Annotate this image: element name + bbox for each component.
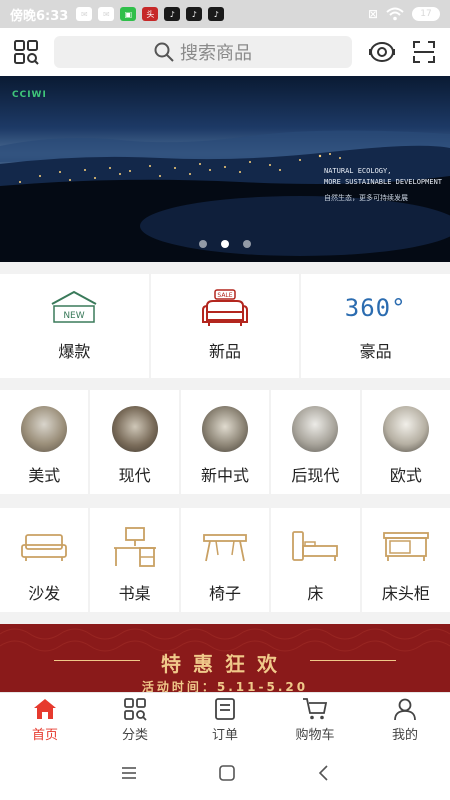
category-label: 椅子 xyxy=(209,584,242,603)
tab-label: 订单 xyxy=(211,727,238,743)
search-icon xyxy=(154,42,174,62)
battery-level: 17 xyxy=(420,9,432,19)
category-icon xyxy=(124,697,147,721)
notification-tiktok-icon: ♪ xyxy=(186,7,203,21)
carousel-dot-active[interactable] xyxy=(221,240,229,248)
style-label: 美式 xyxy=(28,466,61,485)
menu-icon[interactable] xyxy=(120,766,138,780)
tab-label: 分类 xyxy=(121,727,148,743)
promo-title: 特惠狂欢 xyxy=(161,652,289,676)
style-label: 欧式 xyxy=(389,466,422,485)
chair-icon xyxy=(203,534,247,562)
home-icon xyxy=(34,698,56,719)
banner-subtitle: 自然生态，更多可持续发展 xyxy=(324,194,408,202)
category-chair[interactable]: 椅子 xyxy=(180,508,270,612)
category-bed[interactable]: 床 xyxy=(271,508,360,612)
carousel-dot[interactable] xyxy=(243,240,251,248)
style-thumbnail-image xyxy=(292,406,339,452)
style-post-modern[interactable]: 后现代 xyxy=(271,390,360,494)
carousel-dot[interactable] xyxy=(199,240,207,248)
style-label: 现代 xyxy=(118,466,151,485)
style-thumbnail-image xyxy=(202,406,249,452)
notification-mail-icon: ✉ xyxy=(76,7,93,21)
sofa-icon xyxy=(21,534,68,561)
style-thumbnail-image xyxy=(382,406,429,452)
tab-orders[interactable]: 订单 xyxy=(180,693,270,746)
feature-luxury[interactable]: 360° 豪品 xyxy=(301,274,450,378)
wifi-icon xyxy=(386,7,404,21)
promo-banner[interactable]: 特惠狂欢 活动时间：5.11-5.20 xyxy=(0,624,450,694)
banner-carousel[interactable]: CCIWI NATURAL ECOLOGY, MORE SUSTAINABLE … xyxy=(0,76,450,262)
feature-new[interactable]: SALE 新品 xyxy=(150,274,300,378)
status-time: 傍晚6:33 xyxy=(10,8,69,24)
category-label: 沙发 xyxy=(28,584,61,603)
banner-tagline-line2: MORE SUSTAINABLE DEVELOPMENT xyxy=(324,178,443,186)
search-input[interactable]: 搜索商品 xyxy=(54,36,352,68)
cart-icon xyxy=(303,697,328,719)
no-sim-icon: ⊠ xyxy=(367,7,378,21)
feature-label: 新品 xyxy=(209,342,242,361)
category-label: 床头柜 xyxy=(381,584,430,603)
customer-service-icon[interactable] xyxy=(368,38,396,66)
style-new-chinese[interactable]: 新中式 xyxy=(180,390,270,494)
banner-tagline: NATURAL ECOLOGY, MORE SUSTAINABLE DEVELO… xyxy=(324,166,442,188)
battery-indicator: 17 xyxy=(412,7,440,21)
notification-tiktok-icon: ♪ xyxy=(208,7,225,21)
style-american[interactable]: 美式 xyxy=(0,390,89,494)
banner-brand-logo: CCIWI xyxy=(12,90,47,100)
home-square-icon[interactable] xyxy=(218,764,236,782)
scan-icon[interactable] xyxy=(410,38,438,66)
tab-category[interactable]: 分类 xyxy=(90,693,180,746)
style-label: 后现代 xyxy=(291,466,340,485)
system-nav-bar xyxy=(0,746,450,800)
style-european[interactable]: 欧式 xyxy=(361,390,450,494)
tab-label: 首页 xyxy=(31,727,58,743)
feature-label: 爆款 xyxy=(58,342,91,361)
category-label: 书桌 xyxy=(118,584,151,603)
order-icon xyxy=(215,697,235,720)
top-header: 搜索商品 xyxy=(0,28,450,76)
tab-label: 我的 xyxy=(391,727,418,743)
notification-app-icon: ▣ xyxy=(120,7,137,21)
bed-icon xyxy=(292,531,339,561)
nightstand-icon xyxy=(382,532,429,561)
category-sofa[interactable]: 沙发 xyxy=(0,508,89,612)
style-thumbnail-image xyxy=(21,406,68,452)
back-icon[interactable] xyxy=(316,764,330,782)
new-house-icon: NEW xyxy=(51,290,97,323)
feature-label: 豪品 xyxy=(359,342,392,361)
category-desk[interactable]: 书桌 xyxy=(90,508,179,612)
tab-home[interactable]: 首页 xyxy=(0,693,90,746)
carousel-indicator xyxy=(0,240,450,248)
category-grid-icon[interactable] xyxy=(12,38,40,66)
search-placeholder: 搜索商品 xyxy=(180,43,252,64)
banner-tagline-line1: NATURAL ECOLOGY, xyxy=(324,167,392,175)
feature-hot[interactable]: NEW 爆款 xyxy=(0,274,149,378)
user-icon xyxy=(394,698,416,720)
style-thumbnail-image xyxy=(111,406,158,452)
tab-cart[interactable]: 购物车 xyxy=(270,693,360,746)
tab-label: 购物车 xyxy=(295,727,335,743)
style-row: 美式 现代 新中式 后现代 欧式 xyxy=(0,390,450,494)
svg-text:NEW: NEW xyxy=(64,311,85,321)
style-label: 新中式 xyxy=(201,466,250,485)
status-bar: 傍晚6:33 ✉ ✉ ▣ 头 ♪ ♪ ♪ ⊠ 17 xyxy=(0,0,450,28)
360-icon: 360° xyxy=(344,294,407,322)
style-modern[interactable]: 现代 xyxy=(90,390,179,494)
bottom-tab-bar: 首页 分类 订单 购物车 我的 xyxy=(0,692,450,746)
notification-tiktok-icon: ♪ xyxy=(164,7,181,21)
svg-text:SALE: SALE xyxy=(217,292,232,299)
desk-icon xyxy=(113,527,156,567)
notification-mail-icon: ✉ xyxy=(98,7,115,21)
category-label: 床 xyxy=(307,584,324,603)
notification-news-icon: 头 xyxy=(142,7,159,21)
feature-row: NEW 爆款 SALE 新品 360° 豪品 xyxy=(0,274,450,378)
furniture-category-row: 沙发 书桌 椅子 床 床头柜 xyxy=(0,508,450,612)
tab-profile[interactable]: 我的 xyxy=(360,693,450,746)
app-screen: 傍晚6:33 ✉ ✉ ▣ 头 ♪ ♪ ♪ ⊠ 17 搜索商品 CCIWI NAT… xyxy=(0,0,450,800)
category-nightstand[interactable]: 床头柜 xyxy=(361,508,450,612)
sofa-sale-icon: SALE xyxy=(202,289,248,326)
